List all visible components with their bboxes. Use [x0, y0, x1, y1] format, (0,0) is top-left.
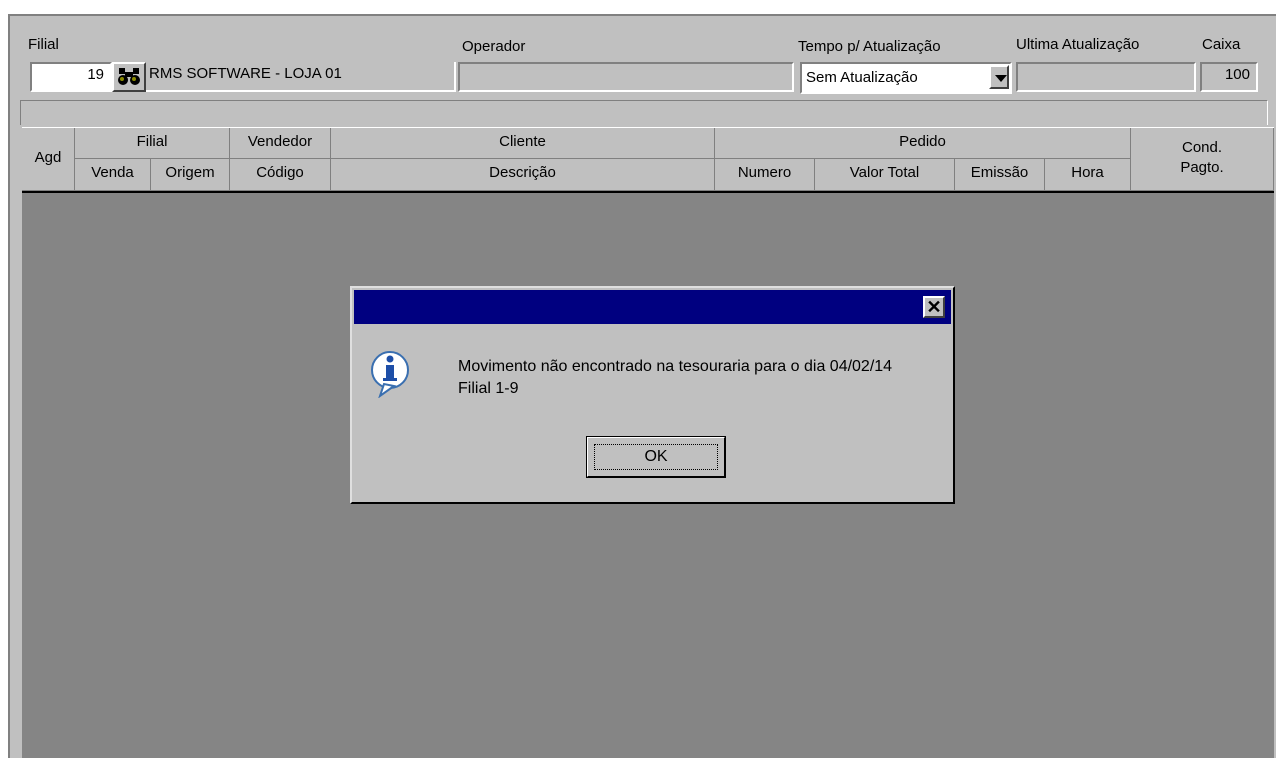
info-icon: [371, 351, 409, 398]
col-cond-pagto[interactable]: Cond. Pagto.: [1131, 128, 1274, 191]
message-line1: Movimento não encontrado na tesouraria p…: [458, 358, 893, 375]
col-numero[interactable]: Numero: [715, 159, 815, 191]
operador-field[interactable]: [458, 62, 794, 92]
col-descricao[interactable]: Descrição: [331, 159, 715, 191]
col-valor-total[interactable]: Valor Total: [815, 159, 955, 191]
search-filial-button[interactable]: [112, 62, 146, 92]
col-codigo[interactable]: Código: [230, 159, 331, 191]
filial-name-field: RMS SOFTWARE - LOJA 01: [146, 62, 456, 92]
filial-label: Filial: [28, 36, 59, 53]
col-group-pedido[interactable]: Pedido: [715, 128, 1131, 159]
caixa-label: Caixa: [1202, 36, 1241, 53]
top-band: [0, 0, 1277, 12]
ultima-label: Ultima Atualização: [1016, 36, 1140, 53]
chevron-down-icon: [995, 75, 1007, 82]
col-hora[interactable]: Hora: [1045, 159, 1131, 191]
dropdown-button[interactable]: [989, 65, 1009, 89]
col-group-cliente[interactable]: Cliente: [331, 128, 715, 159]
ultima-field: [1016, 62, 1196, 92]
tempo-value: Sem Atualização: [806, 69, 918, 86]
col-venda[interactable]: Venda: [75, 159, 151, 191]
grid-header: Agd Filial Venda Origem Vendedor Código …: [22, 127, 1274, 193]
group-frame: [20, 100, 1268, 125]
message-line2: Filial 1-9: [458, 380, 519, 397]
operador-label: Operador: [462, 38, 526, 55]
tempo-label: Tempo p/ Atualização: [798, 38, 941, 55]
cond-line1: Cond.: [1181, 139, 1223, 156]
tempo-select[interactable]: Sem Atualização: [800, 62, 1012, 94]
cond-line2: Pagto.: [1180, 159, 1224, 176]
binoculars-icon: [118, 68, 140, 85]
filial-code-input[interactable]: 19: [30, 62, 112, 92]
col-group-vendedor[interactable]: Vendedor: [230, 128, 331, 159]
caixa-value: 100: [1224, 66, 1250, 83]
caixa-field[interactable]: 100: [1200, 62, 1258, 92]
main-window: Filial 19 RMS SOFTWARE - LOJA 01 Operado…: [0, 0, 1277, 758]
close-button[interactable]: ✕: [923, 296, 945, 318]
ok-button[interactable]: OK: [586, 436, 726, 478]
col-agd[interactable]: Agd: [22, 128, 75, 191]
ok-label: OK: [644, 448, 668, 465]
close-icon: ✕: [926, 297, 942, 317]
col-emissao[interactable]: Emissão: [955, 159, 1045, 191]
col-group-filial[interactable]: Filial: [75, 128, 230, 159]
col-origem[interactable]: Origem: [151, 159, 230, 191]
filial-name-value: RMS SOFTWARE - LOJA 01: [149, 65, 342, 82]
dialog-title-bar: ✕: [354, 290, 951, 324]
filial-code-value: 19: [87, 66, 104, 83]
message-dialog: ✕ Movimento não encontrado na tesouraria…: [350, 286, 955, 504]
